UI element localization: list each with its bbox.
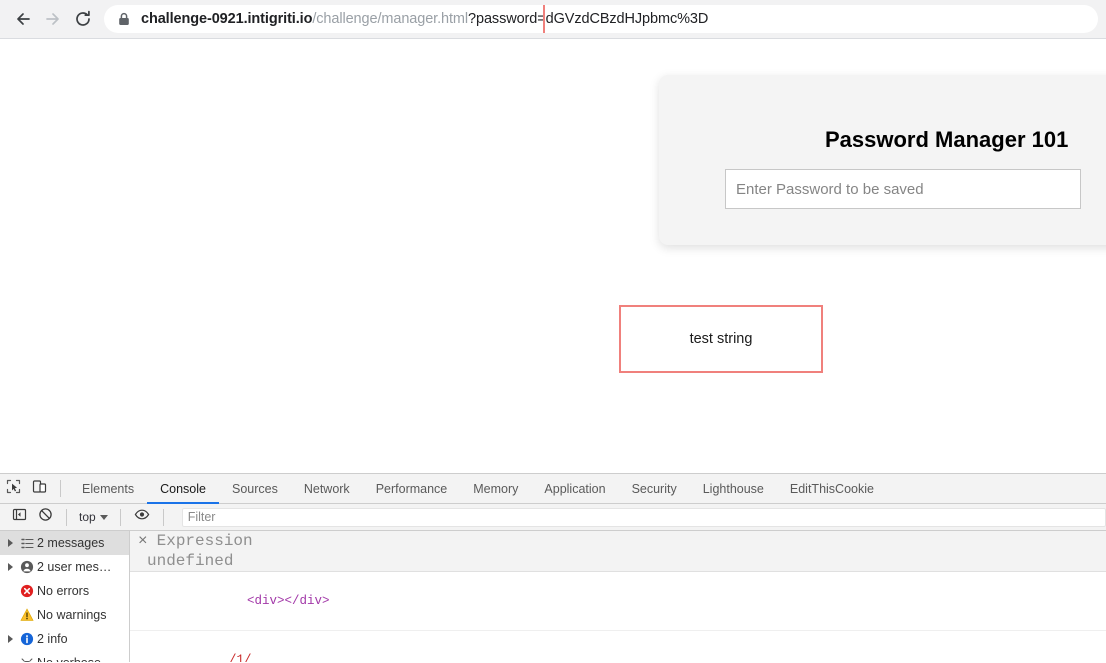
live-expression-row[interactable]: × Expression undefined [130,531,1106,572]
execution-context-select[interactable]: top [75,507,112,527]
expand-triangle-icon[interactable] [4,539,17,547]
console-message-regex[interactable]: /1/ [130,631,1106,662]
forward-button[interactable] [38,4,68,34]
inspect-element-icon [6,479,21,499]
console-toolbar: top [0,504,1106,531]
live-expression-eye-icon [134,507,150,527]
tab-memory[interactable]: Memory [460,474,531,504]
devtools-panel: Elements Console Sources Network Perform… [0,473,1106,663]
tab-performance[interactable]: Performance [363,474,461,504]
chevron-down-icon [99,514,108,520]
sidebar-item-label: No warnings [37,608,107,622]
sidebar-item-label: No errors [37,584,90,598]
address-bar[interactable]: challenge-0921.intigriti.io/challenge/ma… [104,5,1098,33]
sidebar-item-warnings[interactable]: No warnings [0,603,129,627]
sidebar-item-label: 2 user mes… [37,560,112,574]
live-expression-name-line: × Expression [130,531,1106,551]
close-icon[interactable]: × [138,532,148,550]
page-title: Password Manager 101 [825,127,1069,152]
console-output: ×Expression undefined <div></div> /1/ ›b… [130,531,1106,662]
url-path: /challenge/manager.html [312,11,469,27]
forward-arrow-icon [43,9,63,29]
tab-sources[interactable]: Sources [219,474,291,504]
tab-console[interactable]: Console [147,474,219,504]
list-icon [17,537,37,550]
user-message-icon [17,560,37,574]
live-expression-name: Expression [156,532,253,550]
browser-window: challenge-0921.intigriti.io/challenge/ma… [0,0,1106,663]
devtools-tabbar: Elements Console Sources Network Perform… [0,474,1106,504]
toolbar-divider-1 [66,508,67,526]
console-message-text: /1/ [229,653,252,662]
url-query-key: ?password= [468,11,546,27]
sidebar-item-info[interactable]: 2 info [0,627,129,651]
decoded-password-output: test string [619,305,823,373]
inspect-element-button[interactable] [0,476,26,502]
url-host: challenge-0921.intigriti.io [141,11,313,27]
device-toolbar-button[interactable] [26,476,52,502]
sidebar-item-label: No verbose [37,656,101,662]
tab-network[interactable]: Network [291,474,363,504]
execution-context-label: top [79,510,96,524]
browser-toolbar: challenge-0921.intigriti.io/challenge/ma… [0,0,1106,38]
console-message-text: <div></div> [247,594,330,608]
info-icon [17,632,37,646]
url-password-param-highlight: dGVzdCBzdHJpbmc%3D [545,11,709,27]
create-live-expression-button[interactable] [129,504,155,530]
error-icon [17,584,37,598]
console-sidebar-toggle-button[interactable] [6,504,32,530]
clear-console-icon [38,507,53,527]
console-sidebar-toggle-icon [12,507,27,527]
console-body: 2 messages 2 user mes… No errors No warn… [0,531,1106,662]
console-filter-input[interactable] [181,507,1106,527]
warning-icon [17,608,37,622]
back-button[interactable] [8,4,38,34]
tabbar-divider [60,480,61,497]
verbose-icon [17,656,37,662]
live-expression-value: undefined [147,552,234,570]
tab-security[interactable]: Security [619,474,690,504]
url-text: challenge-0921.intigriti.io/challenge/ma… [141,5,708,33]
device-toolbar-icon [32,479,47,499]
sidebar-item-messages[interactable]: 2 messages [0,531,129,555]
tab-application[interactable]: Application [531,474,618,504]
sidebar-item-label: 2 info [37,632,68,646]
live-expression-value-line: undefined [130,551,1106,571]
expand-triangle-icon[interactable] [4,635,17,643]
lock-icon [118,12,130,26]
reload-button[interactable] [68,4,98,34]
tab-elements[interactable]: Elements [69,474,147,504]
back-arrow-icon [13,9,33,29]
sidebar-item-verbose[interactable]: No verbose [0,651,129,662]
password-manager-card: Password Manager 101 [659,75,1106,245]
toolbar-divider-3 [162,508,164,526]
tab-editthiscookie[interactable]: EditThisCookie [777,474,887,504]
decoded-password-text: test string [689,331,753,347]
password-input[interactable] [725,169,1081,209]
expand-triangle-icon[interactable] [4,563,17,571]
tab-lighthouse[interactable]: Lighthouse [690,474,777,504]
reload-icon [73,9,93,29]
sidebar-item-user-messages[interactable]: 2 user mes… [0,555,129,579]
clear-console-button[interactable] [32,504,58,530]
page-viewport: Password Manager 101 test string [0,39,1106,473]
sidebar-item-label: 2 messages [37,536,105,550]
sidebar-item-errors[interactable]: No errors [0,579,129,603]
toolbar-divider-2 [119,508,121,526]
console-message-html[interactable]: <div></div> [130,572,1106,631]
console-sidebar: 2 messages 2 user mes… No errors No warn… [0,531,130,662]
